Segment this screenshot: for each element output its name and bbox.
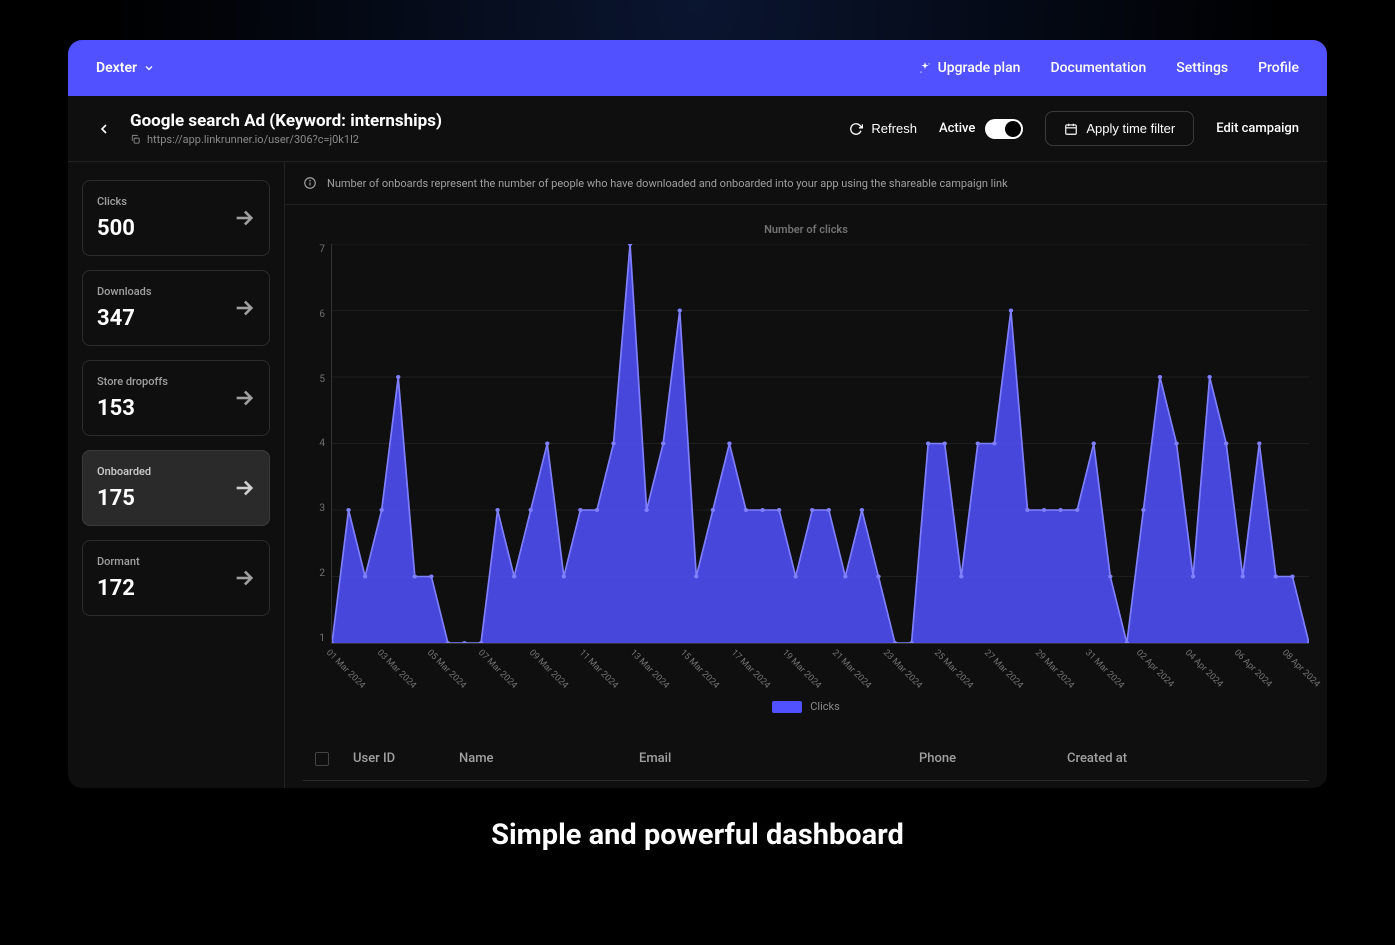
x-tick: 05 Mar 2024	[425, 648, 468, 691]
x-tick: 23 Mar 2024	[881, 648, 924, 691]
arrow-right-icon	[233, 207, 255, 229]
table-row[interactable]: 310 Mia Anderson mia.anderson@gmail.com …	[303, 781, 1309, 788]
chevron-left-icon	[96, 121, 112, 137]
refresh-button[interactable]: Refresh	[849, 121, 917, 136]
stat-label: Onboarded	[97, 465, 255, 478]
x-tick: 15 Mar 2024	[678, 648, 721, 691]
stat-value: 172	[97, 576, 255, 601]
stat-value: 153	[97, 396, 255, 421]
x-tick: 04 Apr 2024	[1183, 648, 1225, 690]
chart-area: Number of clicks 7 6 5 4 3 2 1 01 Mar 202403 M…	[285, 205, 1327, 731]
x-tick: 27 Mar 2024	[982, 648, 1025, 691]
arrow-right-icon	[233, 297, 255, 319]
profile-link[interactable]: Profile	[1258, 60, 1299, 76]
stat-card-dormant[interactable]: Dormant 172	[82, 540, 270, 616]
stat-value: 347	[97, 306, 255, 331]
upgrade-plan-label: Upgrade plan	[938, 60, 1021, 76]
x-tick: 02 Apr 2024	[1134, 648, 1176, 690]
stats-sidebar: Clicks 500 Downloads 347 Store dropoffs …	[68, 162, 284, 788]
x-tick: 01 Mar 2024	[324, 648, 367, 691]
back-button[interactable]	[96, 121, 112, 137]
brand-label: Dexter	[96, 60, 137, 76]
th-user-id: User ID	[353, 751, 459, 766]
topbar: Dexter Upgrade plan Documentation Settin…	[68, 40, 1327, 96]
url-line[interactable]: https://app.linkrunner.io/user/306?c=j0k…	[130, 133, 831, 146]
x-tick: 07 Mar 2024	[476, 648, 519, 691]
arrow-right-icon	[233, 477, 255, 499]
legend-swatch	[772, 701, 802, 713]
stat-label: Downloads	[97, 285, 255, 298]
x-tick: 06 Apr 2024	[1232, 648, 1274, 690]
stat-value: 500	[97, 216, 255, 241]
brand-dropdown[interactable]: Dexter	[96, 60, 155, 76]
arrow-right-icon	[233, 567, 255, 589]
y-tick: 2	[319, 568, 325, 579]
th-phone: Phone	[919, 751, 1067, 766]
arrow-right-icon	[233, 387, 255, 409]
stat-value: 175	[97, 486, 255, 511]
x-tick: 19 Mar 2024	[780, 648, 823, 691]
x-tick: 08 Apr 2024	[1280, 648, 1322, 690]
select-all-checkbox[interactable]	[315, 752, 329, 766]
y-tick: 3	[319, 503, 325, 514]
info-icon	[303, 176, 317, 190]
info-banner-text: Number of onboards represent the number …	[327, 177, 1008, 190]
marketing-caption: Simple and powerful dashboard	[68, 818, 1327, 852]
stat-label: Store dropoffs	[97, 375, 255, 388]
th-created-at: Created at	[1067, 751, 1303, 766]
stat-card-onboarded[interactable]: Onboarded 175	[82, 450, 270, 526]
apply-filter-label: Apply time filter	[1086, 121, 1175, 136]
x-tick: 11 Mar 2024	[577, 648, 620, 691]
chevron-down-icon	[143, 62, 155, 74]
y-axis: 7 6 5 4 3 2 1	[303, 244, 331, 644]
x-tick: 17 Mar 2024	[729, 648, 772, 691]
refresh-icon	[849, 122, 863, 136]
users-table: User ID Name Email Phone Created at 310 …	[303, 737, 1309, 788]
x-tick: 03 Mar 2024	[375, 648, 418, 691]
y-tick: 5	[319, 374, 325, 385]
stat-label: Clicks	[97, 195, 255, 208]
x-tick: 09 Mar 2024	[526, 648, 569, 691]
toggle-knob	[1005, 121, 1021, 137]
chart-legend: Clicks	[303, 700, 1309, 713]
chart-title: Number of clicks	[303, 223, 1309, 236]
upgrade-plan-link[interactable]: Upgrade plan	[918, 60, 1021, 76]
stat-card-store-dropoffs[interactable]: Store dropoffs 153	[82, 360, 270, 436]
stat-card-clicks[interactable]: Clicks 500	[82, 180, 270, 256]
chart-svg	[332, 244, 1309, 643]
documentation-link[interactable]: Documentation	[1050, 60, 1146, 76]
x-tick: 29 Mar 2024	[1033, 648, 1076, 691]
app-window: Dexter Upgrade plan Documentation Settin…	[68, 40, 1327, 788]
info-banner: Number of onboards represent the number …	[285, 162, 1327, 205]
settings-link[interactable]: Settings	[1176, 60, 1228, 76]
x-tick: 25 Mar 2024	[931, 648, 974, 691]
campaign-url: https://app.linkrunner.io/user/306?c=j0k…	[147, 133, 359, 146]
y-tick: 4	[319, 438, 325, 449]
th-name: Name	[459, 751, 639, 766]
x-tick: 31 Mar 2024	[1083, 648, 1126, 691]
page-title: Google search Ad (Keyword: internships)	[130, 111, 831, 131]
main-content: Number of onboards represent the number …	[284, 162, 1327, 788]
copy-icon	[130, 134, 141, 145]
y-tick: 6	[319, 309, 325, 320]
refresh-label: Refresh	[871, 121, 917, 136]
x-tick: 13 Mar 2024	[628, 648, 671, 691]
sparkle-icon	[918, 61, 932, 75]
stat-label: Dormant	[97, 555, 255, 568]
y-tick: 1	[319, 633, 325, 644]
legend-label: Clicks	[810, 700, 840, 713]
active-label: Active	[939, 121, 975, 136]
x-axis: 01 Mar 202403 Mar 202405 Mar 202407 Mar …	[331, 648, 1309, 658]
y-tick: 7	[319, 244, 325, 255]
plot-region	[331, 244, 1309, 644]
calendar-icon	[1064, 122, 1078, 136]
x-tick: 21 Mar 2024	[830, 648, 873, 691]
active-toggle[interactable]	[985, 119, 1023, 139]
edit-campaign-link[interactable]: Edit campaign	[1216, 121, 1299, 136]
th-email: Email	[639, 751, 919, 766]
page-header: Google search Ad (Keyword: internships) …	[68, 96, 1327, 162]
apply-time-filter-button[interactable]: Apply time filter	[1045, 111, 1194, 146]
stat-card-downloads[interactable]: Downloads 347	[82, 270, 270, 346]
table-header-row: User ID Name Email Phone Created at	[303, 737, 1309, 781]
